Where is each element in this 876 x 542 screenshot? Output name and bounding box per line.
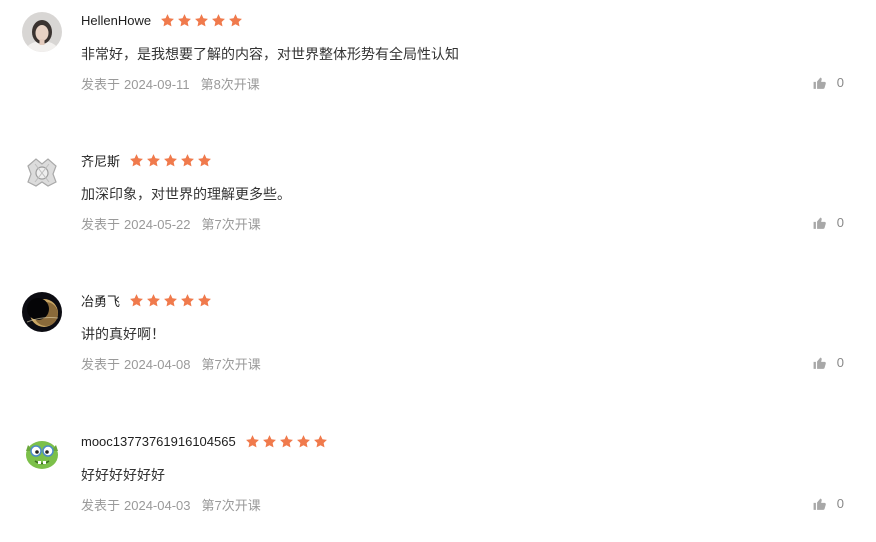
course-session: 第7次开课 <box>201 217 261 232</box>
like-button[interactable]: 0 <box>813 215 844 230</box>
review-header: mooc13773761916104565 <box>81 431 328 451</box>
star-icon <box>197 153 212 168</box>
star-icon <box>296 434 311 449</box>
star-icon <box>313 434 328 449</box>
star-icon <box>146 293 161 308</box>
star-icon <box>129 293 144 308</box>
post-date: 2024-04-08 <box>124 357 191 372</box>
star-icon <box>177 13 192 28</box>
avatar[interactable] <box>22 152 62 192</box>
post-date: 2024-04-03 <box>124 498 191 513</box>
course-session: 第8次开课 <box>200 77 260 92</box>
star-rating <box>129 293 212 308</box>
star-icon <box>180 293 195 308</box>
posted-label: 发表于 <box>81 498 121 513</box>
star-icon <box>262 434 277 449</box>
star-rating <box>245 434 328 449</box>
like-count: 0 <box>836 496 844 511</box>
review-content: 讲的真好啊！ <box>81 326 165 342</box>
review-header: HellenHowe <box>81 10 243 30</box>
review-list: HellenHowe 非常好，是我想要了解的内容，对世界整体形势有全局性认知 发… <box>0 0 876 542</box>
star-icon <box>211 13 226 28</box>
like-count: 0 <box>836 215 844 230</box>
review-meta: 发表于 2024-04-03 第7次开课 <box>81 495 261 514</box>
posted-label: 发表于 <box>81 217 121 232</box>
review-content: 非常好，是我想要了解的内容，对世界整体形势有全局性认知 <box>81 46 459 62</box>
course-session: 第7次开课 <box>201 498 261 513</box>
avatar[interactable] <box>22 12 62 52</box>
star-rating <box>129 153 212 168</box>
review-item: 冶勇飞 讲的真好啊！ 发表于 2024-04-08 第7次开课 0 <box>0 280 876 380</box>
star-icon <box>194 13 209 28</box>
review-content: 加深印象，对世界的理解更多些。 <box>81 186 291 202</box>
review-meta: 发表于 2024-09-11 第8次开课 <box>81 74 260 93</box>
like-count: 0 <box>836 355 844 370</box>
review-item: HellenHowe 非常好，是我想要了解的内容，对世界整体形势有全局性认知 发… <box>0 0 876 100</box>
like-button[interactable]: 0 <box>813 355 844 370</box>
star-icon <box>163 293 178 308</box>
review-content: 好好好好好好 <box>81 467 165 483</box>
review-meta: 发表于 2024-04-08 第7次开课 <box>81 354 261 373</box>
review-item: mooc13773761916104565 好好好好好好 发表于 2024-04-… <box>0 421 876 521</box>
username[interactable]: 冶勇飞 <box>81 291 120 310</box>
thumbs-up-icon[interactable] <box>813 497 827 511</box>
star-icon <box>129 153 144 168</box>
review-header: 冶勇飞 <box>81 290 212 310</box>
star-rating <box>160 13 243 28</box>
star-icon <box>197 293 212 308</box>
thumbs-up-icon[interactable] <box>813 216 827 230</box>
star-icon <box>180 153 195 168</box>
course-session: 第7次开课 <box>201 357 261 372</box>
star-icon <box>228 13 243 28</box>
thumbs-up-icon[interactable] <box>813 76 827 90</box>
star-icon <box>163 153 178 168</box>
avatar[interactable] <box>22 433 62 473</box>
like-button[interactable]: 0 <box>813 75 844 90</box>
username[interactable]: HellenHowe <box>81 13 151 28</box>
thumbs-up-icon[interactable] <box>813 356 827 370</box>
username[interactable]: mooc13773761916104565 <box>81 434 236 449</box>
post-date: 2024-05-22 <box>124 217 191 232</box>
star-icon <box>279 434 294 449</box>
username[interactable]: 齐尼斯 <box>81 151 120 170</box>
like-count: 0 <box>836 75 844 90</box>
avatar[interactable] <box>22 292 62 332</box>
posted-label: 发表于 <box>81 77 121 92</box>
star-icon <box>245 434 260 449</box>
posted-label: 发表于 <box>81 357 121 372</box>
review-meta: 发表于 2024-05-22 第7次开课 <box>81 214 261 233</box>
review-item: 齐尼斯 加深印象，对世界的理解更多些。 发表于 2024-05-22 第7次开课 0 <box>0 140 876 240</box>
review-header: 齐尼斯 <box>81 150 212 170</box>
post-date: 2024-09-11 <box>124 77 190 92</box>
star-icon <box>160 13 175 28</box>
star-icon <box>146 153 161 168</box>
like-button[interactable]: 0 <box>813 496 844 511</box>
